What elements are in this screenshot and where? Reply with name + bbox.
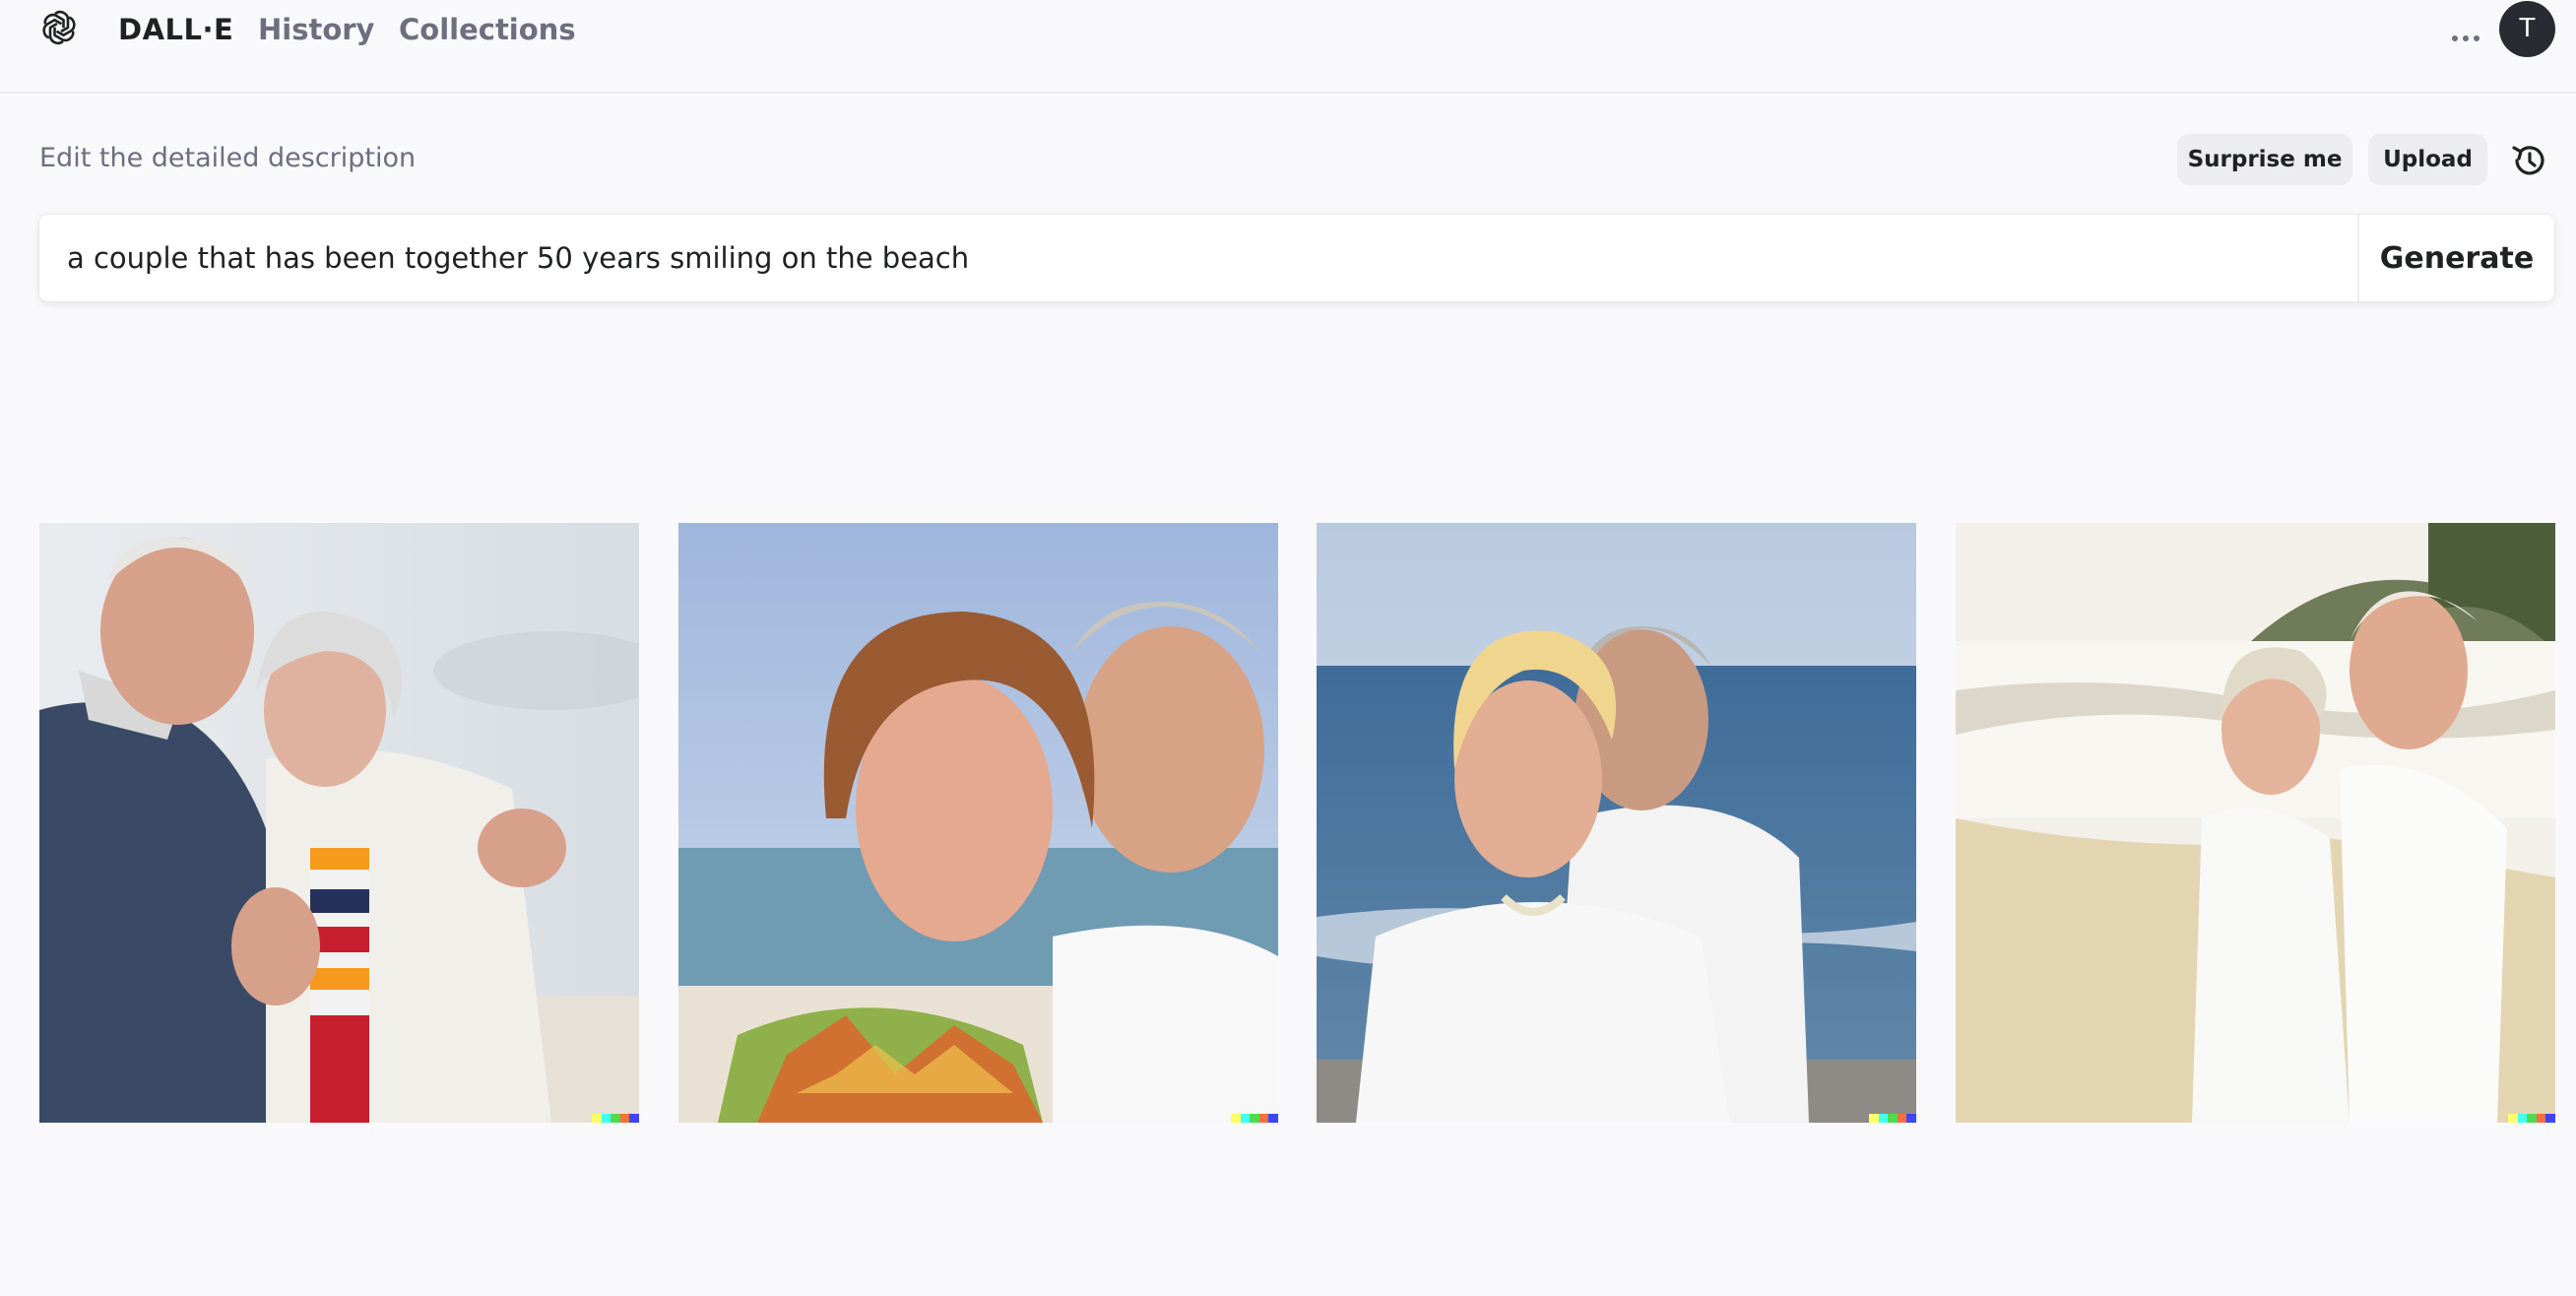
result-image-4-art — [1956, 523, 2555, 1123]
result-image-1[interactable] — [39, 523, 639, 1123]
prompt-hint-label: Edit the detailed description — [39, 140, 416, 177]
dalle-signature-1 — [592, 1114, 639, 1123]
upload-button[interactable]: Upload — [2368, 134, 2487, 185]
result-image-2[interactable] — [678, 523, 1278, 1123]
result-image-3[interactable] — [1317, 523, 1916, 1123]
result-image-3-art — [1317, 523, 1916, 1123]
surprise-me-button[interactable]: Surprise me — [2177, 134, 2352, 185]
dalle-signature-3 — [1869, 1114, 1916, 1123]
prompt-box: Generate — [39, 215, 2554, 301]
prompt-input[interactable] — [39, 215, 2357, 301]
top-header: DALL·E History Collections T — [0, 0, 2576, 94]
nav-collections[interactable]: Collections — [399, 10, 576, 49]
result-image-4[interactable] — [1956, 523, 2555, 1123]
dalle-signature-4 — [2508, 1114, 2555, 1123]
ellipsis-icon[interactable] — [2444, 10, 2487, 49]
dalle-signature-2 — [1231, 1114, 1278, 1123]
generate-button[interactable]: Generate — [2357, 215, 2554, 301]
history-clock-icon[interactable] — [2508, 140, 2549, 181]
result-image-1-art — [39, 523, 639, 1123]
nav-brand-dalle[interactable]: DALL·E — [118, 10, 233, 49]
user-avatar[interactable]: T — [2499, 1, 2555, 57]
result-image-2-art — [678, 523, 1278, 1123]
openai-logo-icon[interactable] — [37, 6, 81, 49]
nav-history[interactable]: History — [258, 10, 374, 49]
